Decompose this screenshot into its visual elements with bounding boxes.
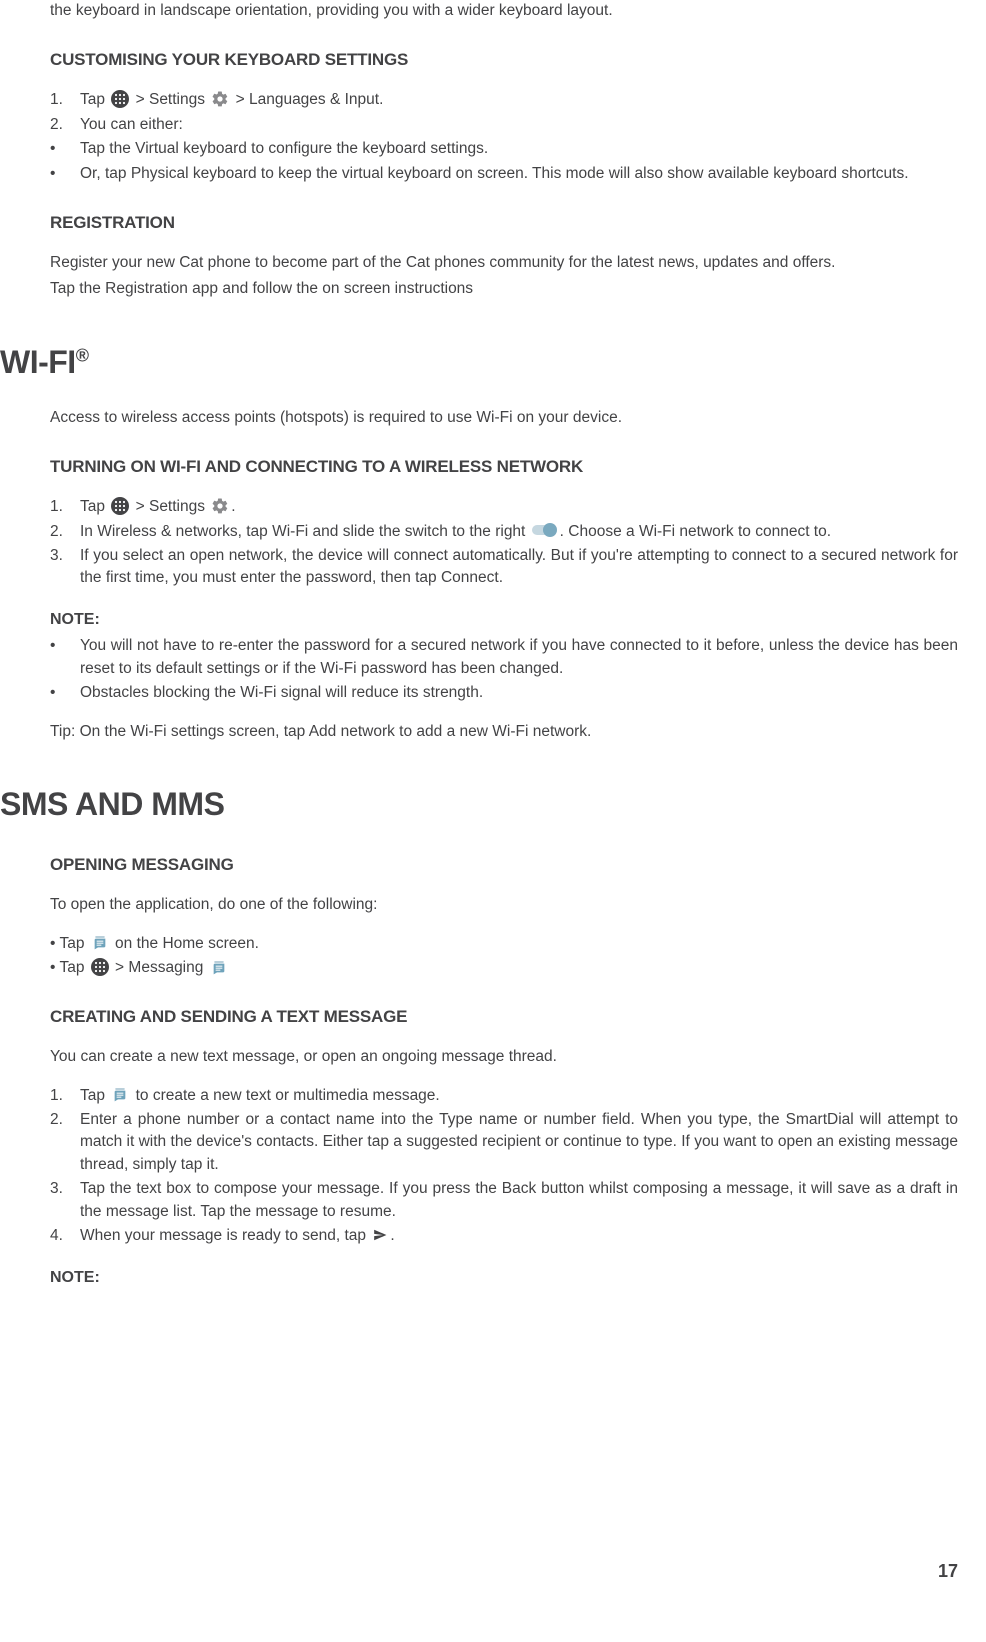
messaging-icon	[91, 933, 109, 951]
opening-intro: To open the application, do one of the f…	[50, 894, 958, 916]
registration-p2: Tap the Registration app and follow the …	[50, 278, 958, 300]
gear-icon	[211, 90, 229, 108]
list-item: 2. Enter a phone number or a contact nam…	[50, 1109, 958, 1176]
creating-intro: You can create a new text message, or op…	[50, 1046, 958, 1068]
heading-opening-messaging: OPENING MESSAGING	[50, 853, 958, 878]
toggle-on-icon	[532, 523, 558, 537]
heading-wifi: WI-FI®	[0, 339, 986, 385]
creating-steps: 1. Tap to create a new text or multimedi…	[50, 1085, 958, 1248]
opening-bullets: • Tap on the Home screen. • Tap > Messag…	[50, 933, 958, 980]
heading-registration: REGISTRATION	[50, 211, 958, 236]
list-item: 3. If you select an open network, the de…	[50, 545, 958, 590]
wifi-intro: Access to wireless access points (hotspo…	[50, 407, 958, 429]
apps-icon	[111, 497, 129, 515]
list-item: • Tap the Virtual keyboard to configure …	[50, 138, 958, 160]
messaging-icon	[111, 1085, 129, 1103]
note-heading-sms: NOTE:	[50, 1266, 958, 1289]
customising-list: 1. Tap > Settings > Languages & Input. 2…	[50, 89, 958, 185]
send-icon	[372, 1227, 388, 1243]
list-item: 1. Tap > Settings .	[50, 496, 958, 518]
page-number: 17	[938, 1558, 958, 1584]
list-item: • Tap > Messaging	[50, 957, 958, 979]
list-item: • Obstacles blocking the Wi-Fi signal wi…	[50, 682, 958, 704]
wifi-tip: Tip: On the Wi-Fi settings screen, tap A…	[50, 721, 958, 743]
list-item: 1. Tap > Settings > Languages & Input.	[50, 89, 958, 111]
heading-creating-sending: CREATING AND SENDING A TEXT MESSAGE	[50, 1005, 958, 1030]
list-item: • Tap on the Home screen.	[50, 933, 958, 955]
list-item: 1. Tap to create a new text or multimedi…	[50, 1085, 958, 1107]
list-item: 2. In Wireless & networks, tap Wi-Fi and…	[50, 521, 958, 543]
heading-turning-on-wifi: TURNING ON WI-FI AND CONNECTING TO A WIR…	[50, 455, 958, 480]
heading-customising: CUSTOMISING YOUR KEYBOARD SETTINGS	[50, 48, 958, 73]
apps-icon	[91, 958, 109, 976]
apps-icon	[111, 90, 129, 108]
registration-p1: Register your new Cat phone to become pa…	[50, 252, 958, 274]
list-item: • You will not have to re-enter the pass…	[50, 635, 958, 680]
heading-sms-mms: SMS AND MMS	[0, 781, 986, 827]
list-item: 3. Tap the text box to compose your mess…	[50, 1178, 958, 1223]
note-heading: NOTE:	[50, 608, 958, 631]
top-paragraph: the keyboard in landscape orientation, p…	[50, 0, 958, 22]
messaging-icon	[210, 958, 228, 976]
list-item: 2. You can either:	[50, 114, 958, 136]
list-item: 4. When your message is ready to send, t…	[50, 1225, 958, 1247]
gear-icon	[211, 497, 229, 515]
wifi-notes: • You will not have to re-enter the pass…	[50, 635, 958, 704]
wifi-steps: 1. Tap > Settings . 2. In Wireless & net…	[50, 496, 958, 590]
list-item: • Or, tap Physical keyboard to keep the …	[50, 163, 958, 185]
